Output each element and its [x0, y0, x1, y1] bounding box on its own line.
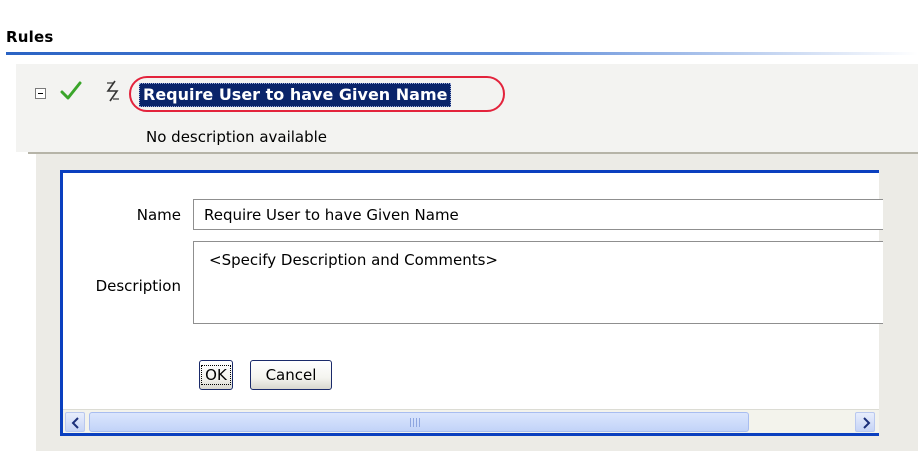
- rule-name[interactable]: Require User to have Given Name: [139, 83, 452, 107]
- ok-button[interactable]: OK: [199, 360, 233, 390]
- collapse-icon[interactable]: [35, 88, 46, 99]
- check-icon[interactable]: [60, 80, 82, 102]
- description-label: Description: [95, 277, 181, 295]
- scroll-thumb[interactable]: [89, 412, 749, 432]
- description-input[interactable]: <Specify Description and Comments>: [193, 241, 883, 324]
- arrow-left-icon: [71, 417, 79, 429]
- ok-button-label: OK: [201, 365, 231, 385]
- scroll-right-button[interactable]: [855, 412, 875, 432]
- section-title: Rules: [6, 28, 54, 46]
- grip-icon: [410, 418, 422, 427]
- scroll-left-button[interactable]: [65, 412, 85, 432]
- name-label: Name: [136, 206, 181, 224]
- section-divider: [6, 52, 918, 55]
- rule-description: No description available: [146, 128, 328, 146]
- cancel-button[interactable]: Cancel: [250, 360, 332, 390]
- rules-page: Rules Require User to have Given Name No…: [0, 0, 918, 451]
- arrow-right-icon: [863, 417, 871, 429]
- horizontal-scrollbar[interactable]: [63, 409, 879, 433]
- rule-editor: Name Description <Specify Description an…: [60, 170, 883, 436]
- toggle-icon[interactable]: [104, 80, 122, 102]
- name-input[interactable]: [193, 199, 883, 230]
